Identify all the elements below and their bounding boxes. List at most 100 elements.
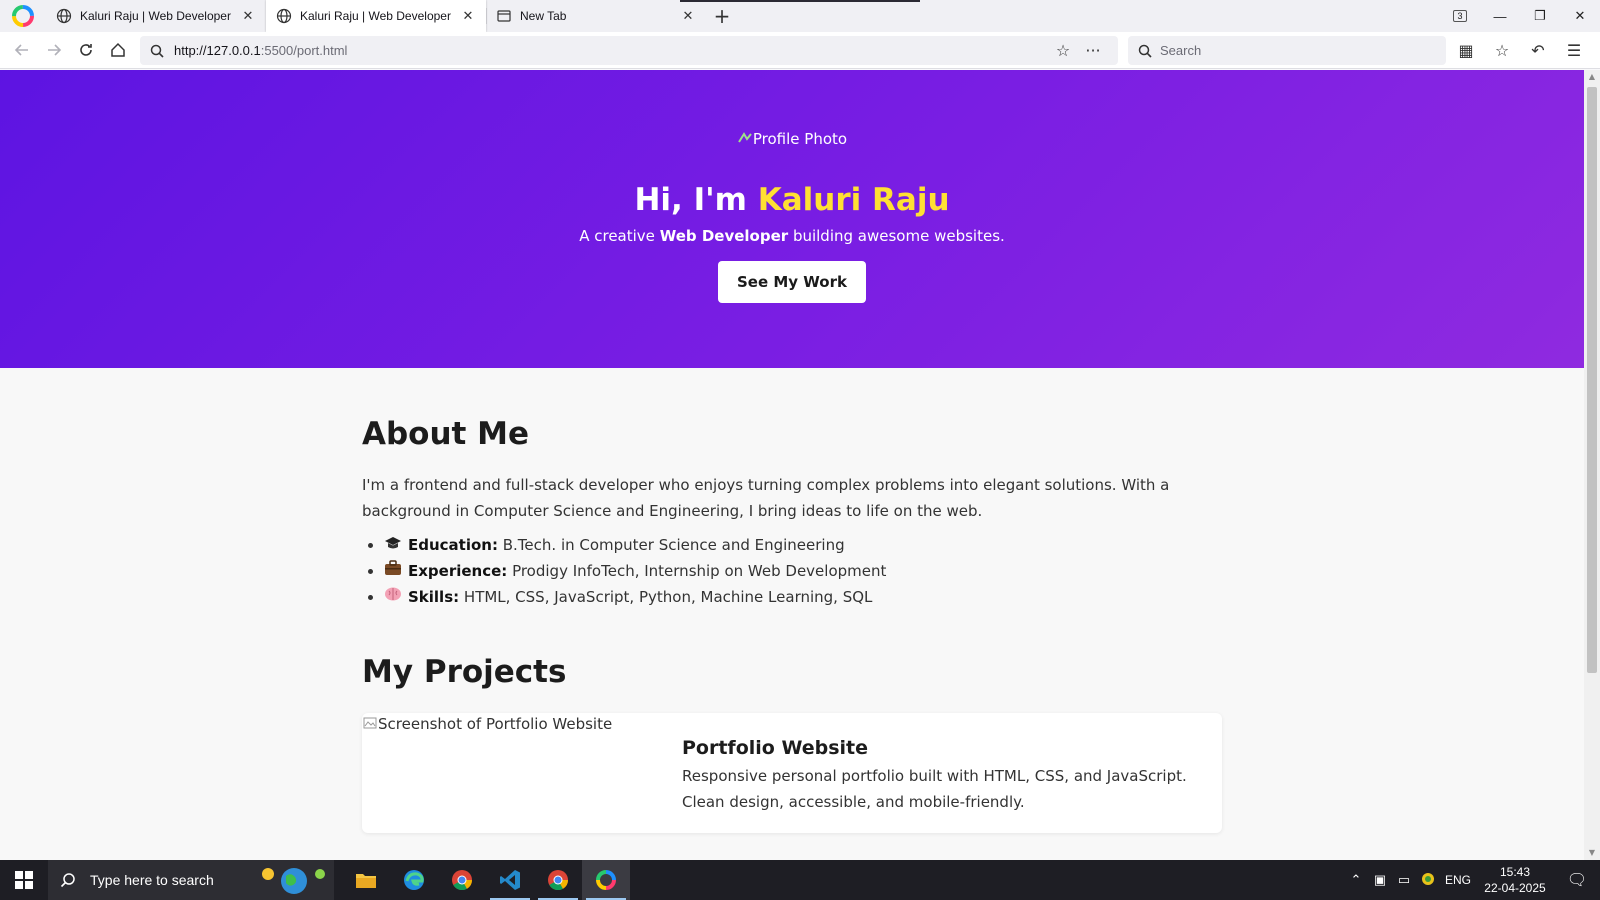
clock[interactable]: 15:43 22-04-2025	[1476, 864, 1554, 896]
back-arrow-icon[interactable]	[6, 34, 38, 66]
about-paragraph: I'm a frontend and full-stack developer …	[362, 476, 1170, 520]
vscode-icon[interactable]	[486, 860, 534, 900]
about-item-label: Education:	[408, 536, 498, 554]
page-viewport: Profile Photo Hi, I'm Kaluri Raju A crea…	[0, 70, 1584, 860]
hero-section: Profile Photo Hi, I'm Kaluri Raju A crea…	[0, 70, 1584, 368]
chevron-up-icon[interactable]: ⌃	[1344, 872, 1368, 888]
taskbar-search[interactable]	[48, 860, 334, 900]
hero-subtitle-pre: A creative	[579, 227, 660, 245]
undo-icon[interactable]: ↶	[1520, 41, 1556, 60]
tab-title: Kaluri Raju | Web Developer	[300, 9, 451, 23]
project-info: Portfolio Website Responsive personal po…	[682, 713, 1202, 833]
project-screenshot: Screenshot of Portfolio Website	[362, 713, 682, 833]
tab-loading-indicator	[680, 0, 920, 2]
browser-logo-icon[interactable]	[0, 0, 46, 32]
about-list: Education: B.Tech. in Computer Science a…	[362, 532, 1222, 610]
search-icon	[150, 44, 164, 58]
see-my-work-button[interactable]: See My Work	[718, 261, 866, 303]
scrollbar-thumb[interactable]	[1587, 87, 1597, 673]
hero-subtitle-post: building awesome websites.	[788, 227, 1005, 245]
about-item-experience: Experience: Prodigy InfoTech, Internship…	[384, 558, 1222, 584]
projects-heading: My Projects	[362, 654, 567, 690]
language-indicator[interactable]: ENG	[1440, 873, 1476, 887]
globe-icon	[276, 8, 292, 24]
tab-portfolio-2[interactable]: Kaluri Raju | Web Developer ✕	[266, 0, 486, 32]
url-path: :5500/port.html	[260, 43, 348, 58]
chrome-icon[interactable]	[438, 860, 486, 900]
brain-icon	[384, 584, 402, 610]
tab-bar: Kaluri Raju | Web Developer ✕ Kaluri Raj…	[0, 0, 1600, 32]
earth-day-decoration-icon	[262, 868, 325, 894]
chrome-icon[interactable]	[534, 860, 582, 900]
hero-greeting: Hi, I'm	[634, 182, 758, 218]
navigation-toolbar: http://127.0.0.1:5500/port.html ☆ ··· ▦ …	[0, 32, 1600, 69]
scroll-up-icon[interactable]: ▲	[1584, 70, 1600, 84]
network-icon[interactable]: ▭	[1392, 872, 1416, 888]
about-heading: About Me	[362, 416, 530, 452]
file-explorer-icon[interactable]	[342, 860, 390, 900]
grid-apps-icon[interactable]: ▦	[1448, 41, 1484, 60]
web-search-bar[interactable]	[1128, 36, 1446, 65]
windows-start-icon[interactable]	[0, 860, 48, 900]
projects-section: My Projects Screenshot of Portfolio Webs…	[362, 654, 1222, 833]
broken-image-icon	[363, 717, 377, 729]
tab-close-icon[interactable]: ✕	[680, 9, 696, 24]
menu-icon[interactable]: ☰	[1556, 41, 1592, 60]
tab-title: Kaluri Raju | Web Developer	[80, 9, 231, 23]
about-item-value: Prodigy InfoTech, Internship on Web Deve…	[507, 562, 887, 580]
url-text[interactable]: http://127.0.0.1:5500/port.html	[174, 43, 1048, 58]
security-icon[interactable]	[1416, 872, 1440, 889]
toolbar-actions: ▦ ☆ ↶ ☰	[1448, 36, 1592, 65]
globe-icon	[56, 8, 72, 24]
reload-icon[interactable]	[70, 34, 102, 66]
page-scrollbar[interactable]: ▲ ▼	[1584, 70, 1600, 860]
minimize-icon[interactable]: —	[1480, 0, 1520, 32]
notification-icon[interactable]: 🗨	[1554, 870, 1600, 890]
about-section: About Me I'm a frontend and full-stack d…	[362, 416, 1222, 610]
bookmark-star-icon[interactable]: ☆	[1048, 41, 1078, 60]
restore-icon[interactable]: ❐	[1520, 0, 1560, 32]
clock-date: 22-04-2025	[1484, 881, 1546, 895]
search-icon	[60, 873, 75, 888]
new-tab-page-icon	[497, 10, 511, 22]
tab-title: New Tab	[520, 9, 567, 23]
window-counter: 3	[1453, 10, 1467, 22]
tab-close-icon[interactable]: ✕	[240, 9, 256, 24]
search-icon	[1138, 44, 1152, 58]
tab-new-tab[interactable]: New Tab ✕	[486, 0, 706, 32]
browser-icon[interactable]	[582, 860, 630, 900]
address-bar[interactable]: http://127.0.0.1:5500/port.html ☆ ···	[140, 36, 1118, 65]
meet-now-icon[interactable]: ▣	[1368, 872, 1392, 888]
about-item-value: HTML, CSS, JavaScript, Python, Machine L…	[459, 588, 873, 606]
window-counter-icon[interactable]: 3	[1440, 0, 1480, 32]
graduation-cap-icon	[384, 532, 402, 558]
page-actions-icon[interactable]: ···	[1078, 41, 1108, 60]
about-item-education: Education: B.Tech. in Computer Science a…	[384, 532, 1222, 558]
about-item-label: Experience:	[408, 562, 508, 580]
project-screenshot-alt: Screenshot of Portfolio Website	[378, 715, 613, 733]
hero-name: Kaluri Raju	[757, 182, 950, 218]
scroll-down-icon[interactable]: ▼	[1584, 846, 1600, 860]
new-tab-button[interactable]: +	[706, 0, 738, 32]
project-card[interactable]: Screenshot of Portfolio Website Portfoli…	[362, 713, 1222, 833]
url-host: http://127.0.0.1	[174, 43, 261, 58]
profile-photo: Profile Photo	[0, 70, 1584, 154]
system-tray: ⌃ ▣ ▭ ENG 15:43 22-04-2025 🗨	[1344, 860, 1600, 900]
tab-portfolio-1[interactable]: Kaluri Raju | Web Developer ✕	[46, 0, 266, 32]
forward-arrow-icon[interactable]	[38, 34, 70, 66]
home-icon[interactable]	[102, 34, 134, 66]
hero-heading: Hi, I'm Kaluri Raju	[0, 182, 1584, 218]
close-window-icon[interactable]: ✕	[1560, 0, 1600, 32]
project-title: Portfolio Website	[682, 737, 869, 759]
profile-photo-alt: Profile Photo	[752, 130, 848, 148]
hero-subtitle-role: Web Developer	[659, 227, 789, 245]
clock-time: 15:43	[1499, 865, 1531, 879]
web-search-input[interactable]	[1160, 43, 1436, 58]
tab-close-icon[interactable]: ✕	[460, 9, 476, 24]
about-item-value: B.Tech. in Computer Science and Engineer…	[497, 536, 845, 554]
edge-icon[interactable]	[390, 860, 438, 900]
favorites-list-icon[interactable]: ☆	[1484, 41, 1520, 60]
hero-subtitle: A creative Web Developer building awesom…	[0, 227, 1584, 245]
about-item-label: Skills:	[408, 588, 460, 606]
broken-image-icon	[738, 132, 752, 143]
